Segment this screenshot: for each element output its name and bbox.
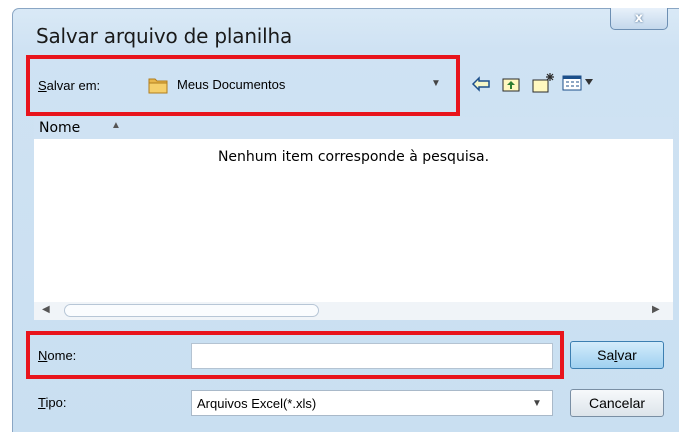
horizontal-scrollbar[interactable]: ◀ ▶ (34, 302, 673, 320)
file-type-label: Tipo: (38, 395, 67, 410)
new-folder-icon[interactable] (530, 70, 556, 96)
scroll-right-icon[interactable]: ▶ (652, 304, 660, 315)
scrollbar-thumb[interactable] (64, 304, 319, 317)
up-folder-icon[interactable] (500, 73, 522, 95)
folder-icon (147, 75, 169, 98)
save-button[interactable]: Sa l var (570, 341, 664, 369)
sort-up-icon: ▲ (111, 120, 121, 131)
chevron-down-icon[interactable]: ▼ (532, 398, 542, 409)
file-type-select[interactable]: Arquivos Excel(*.xls) ▼ (191, 390, 553, 416)
close-button[interactable]: x (610, 8, 668, 30)
file-name-input[interactable] (191, 343, 553, 369)
file-type-value: Arquivos Excel(*.xls) (197, 396, 317, 411)
chevron-down-icon[interactable]: ▼ (431, 78, 441, 89)
list-header: Nome ▲ (34, 117, 673, 139)
view-menu-icon[interactable] (560, 72, 596, 94)
column-header-name[interactable]: Nome (39, 120, 80, 136)
file-list[interactable]: Nenhum item corresponde à pesquisa. (34, 139, 673, 302)
file-name-label: Nome: (38, 348, 77, 363)
scroll-left-icon[interactable]: ◀ (42, 304, 50, 315)
back-arrow-icon[interactable] (470, 74, 492, 94)
dialog-title: Salvar arquivo de planilha (36, 24, 293, 48)
save-in-combo[interactable]: Meus Documentos ▼ (139, 67, 450, 101)
empty-message: Nenhum item corresponde à pesquisa. (217, 149, 490, 165)
save-in-value: Meus Documentos (177, 77, 286, 92)
cancel-button[interactable]: Cancelar (570, 389, 664, 417)
save-in-label: Salvar em: (38, 78, 101, 93)
close-icon: x (634, 11, 644, 26)
